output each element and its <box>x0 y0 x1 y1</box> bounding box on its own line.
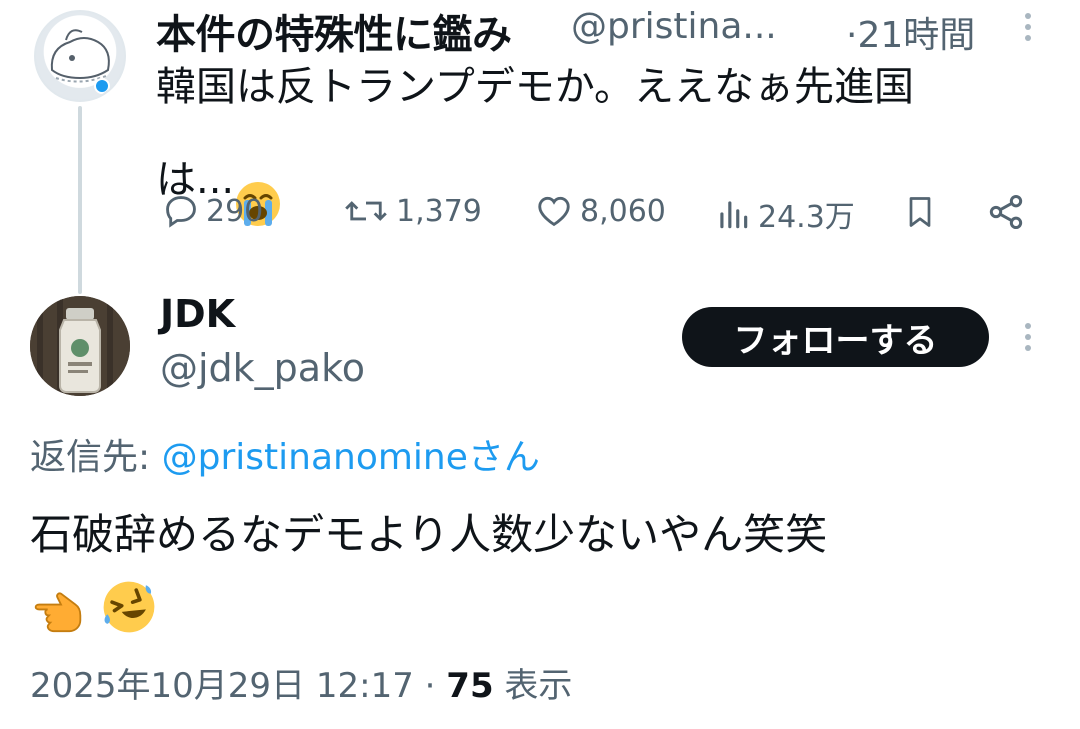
reply-to-label: 返信先: <box>30 437 151 478</box>
view-label: 表示 <box>493 666 573 706</box>
share-button[interactable] <box>986 192 1026 232</box>
author-handle[interactable]: @pristina... <box>571 6 777 47</box>
bookmark-button[interactable] <box>902 192 938 232</box>
emoji-row <box>32 578 158 640</box>
share-icon <box>989 195 1023 229</box>
author-handle[interactable]: @jdk_pako <box>160 346 365 390</box>
analytics-icon <box>720 201 748 229</box>
reply-count: 290 <box>206 193 264 229</box>
tweet-text: 石破辞めるなデモより人数少ないやん笑笑 <box>30 510 828 559</box>
heart-icon <box>538 196 570 227</box>
reply-button[interactable]: 290 <box>162 192 263 230</box>
view-count: 24.3万 <box>758 200 855 235</box>
reply-icon <box>166 196 196 228</box>
more-options-icon[interactable] <box>1018 318 1038 362</box>
more-options-icon[interactable] <box>1018 8 1038 52</box>
bookmark-icon <box>909 197 931 227</box>
backhand-index-pointing-left-emoji <box>32 578 90 640</box>
doodle-avatar-icon <box>50 29 110 94</box>
rolling-on-the-floor-laughing-emoji <box>100 578 158 640</box>
author-name[interactable]: 本件の特殊性に鑑み <box>156 2 512 60</box>
tweet-meta: 2025年10月29日 12:17 · 75 表示 <box>30 658 572 707</box>
reply-to-mention[interactable]: @pristinanomine <box>162 437 468 478</box>
retweet-count: 1,379 <box>396 193 482 229</box>
like-count: 8,060 <box>580 193 666 229</box>
like-button[interactable]: 8,060 <box>534 192 666 230</box>
thread-line <box>78 106 82 294</box>
avatar[interactable] <box>34 10 126 102</box>
author-name[interactable]: JDK <box>160 292 235 336</box>
retweet-icon <box>345 201 387 221</box>
tweet-time[interactable]: ·21時間 <box>846 6 975 58</box>
reply-to-mention-link[interactable]: @pristinanomineさん <box>162 437 540 478</box>
avatar[interactable] <box>30 296 130 396</box>
view-count: 75 <box>446 666 494 706</box>
tweet-timestamp[interactable]: 2025年10月29日 12:17 · <box>30 666 446 706</box>
reply-to-suffix: さん <box>467 437 540 478</box>
retweet-button[interactable]: 1,379 <box>342 192 482 230</box>
follow-button[interactable]: フォローする <box>682 307 989 367</box>
bottle-avatar-icon <box>30 296 130 396</box>
views-button[interactable]: 24.3万 <box>714 192 855 236</box>
reply-to-line: 返信先: @pristinanomineさん <box>30 428 540 480</box>
